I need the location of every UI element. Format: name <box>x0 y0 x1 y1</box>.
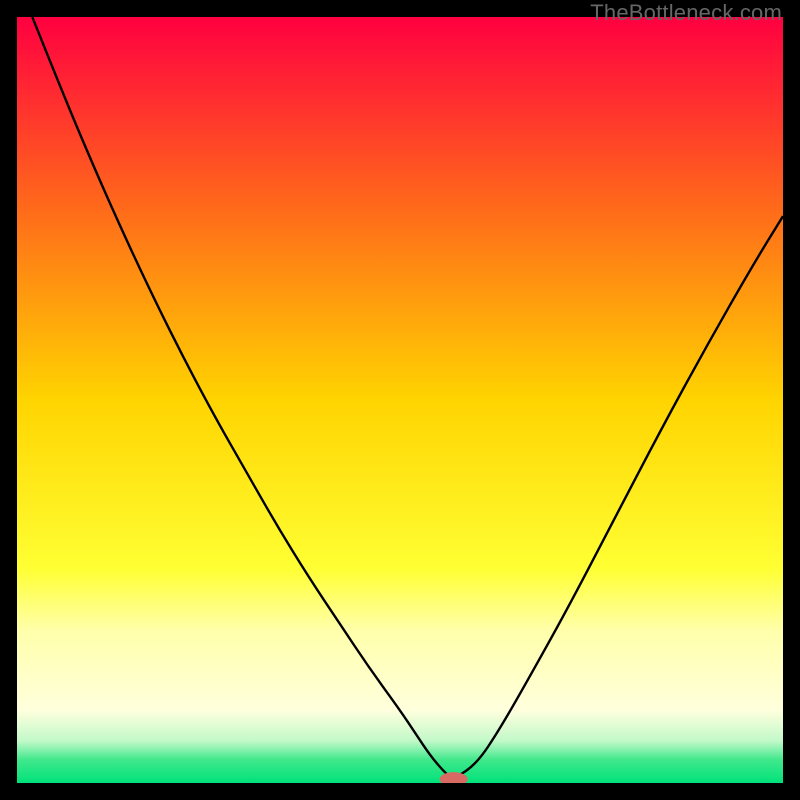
chart-frame <box>17 17 783 783</box>
bottleneck-chart <box>17 17 783 783</box>
watermark-label: TheBottleneck.com <box>590 0 782 26</box>
gradient-background <box>17 17 783 783</box>
